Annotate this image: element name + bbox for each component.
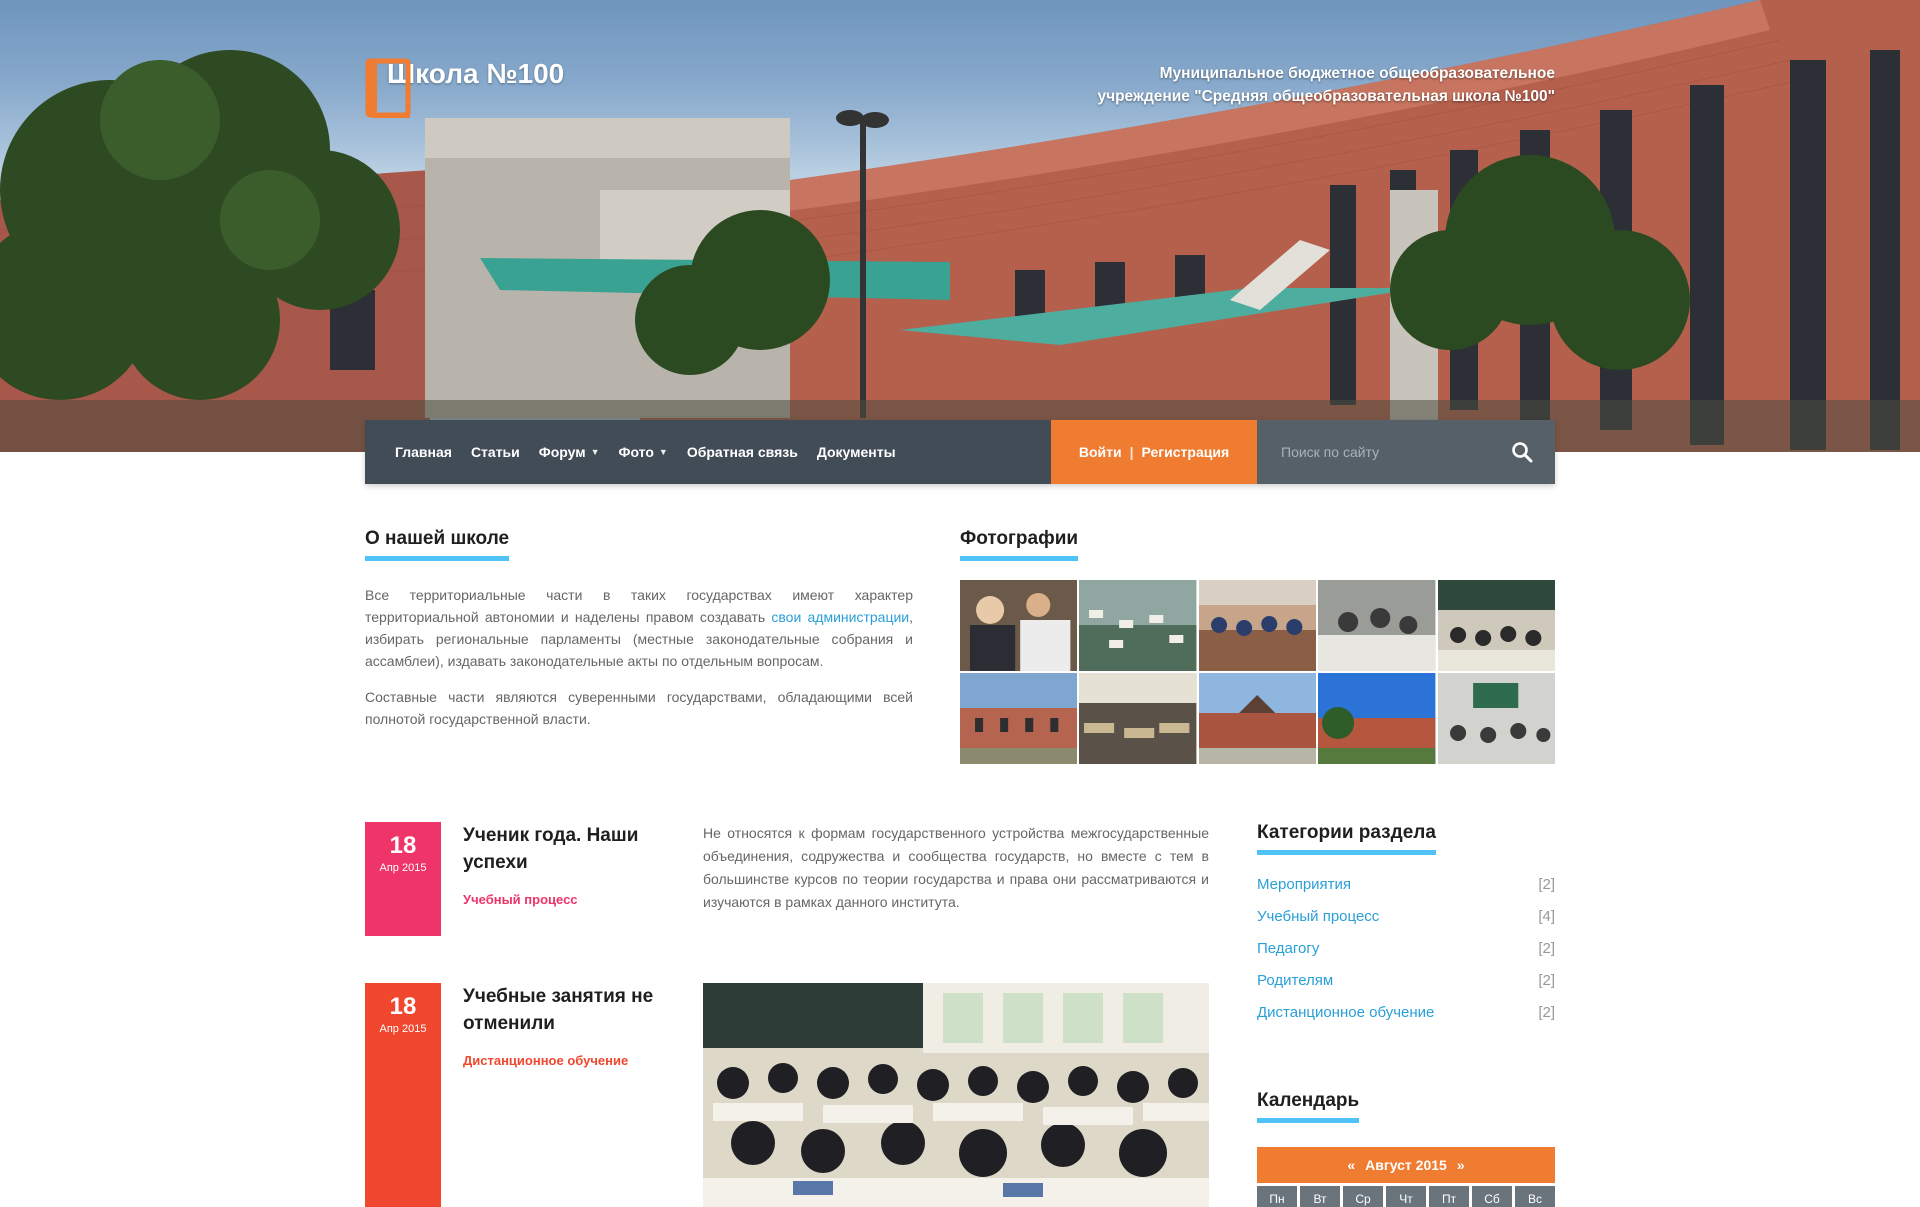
site-title: Школа №100: [387, 58, 565, 89]
category-item[interactable]: Мероприятия [2]: [1257, 876, 1555, 908]
news-excerpt: Не относятся к формам государственного у…: [703, 825, 1209, 910]
calendar-weekday: Ср: [1343, 1186, 1383, 1207]
news-category-link[interactable]: Дистанционное обучение: [463, 1053, 628, 1068]
nav-item-feedback[interactable]: Обратная связь: [687, 444, 798, 460]
calendar-weekdays: Пн Вт Ср Чт Пт Сб Вс: [1257, 1186, 1555, 1207]
categories-section-title: Категории раздела: [1257, 822, 1436, 855]
category-count: [2]: [1538, 940, 1555, 957]
nav-item-label: Статьи: [470, 444, 520, 460]
main-navigation: Главная Статьи Форум ▼ Фото ▼ Обратная свя…: [365, 420, 1555, 484]
search-input[interactable]: [1279, 443, 1511, 461]
register-link[interactable]: Регистрация: [1142, 444, 1230, 460]
nav-item-documents[interactable]: Документы: [817, 444, 896, 460]
gallery-photo[interactable]: [1318, 673, 1436, 764]
news-date-badge: 18 Апр 2015: [365, 822, 441, 936]
gallery-photo[interactable]: [960, 673, 1078, 764]
auth-box: Войти | Регистрация: [1051, 420, 1257, 484]
gallery-photo[interactable]: [1079, 580, 1197, 671]
news-month: Апр 2015: [379, 1023, 427, 1035]
category-link[interactable]: Педагогу: [1257, 940, 1319, 972]
gallery-photo[interactable]: [1079, 673, 1197, 764]
photos-section-title: Фотографии: [960, 528, 1079, 561]
classroom-photo[interactable]: [703, 983, 1209, 1207]
classroom-photo-image: [703, 983, 1209, 1207]
nav-item-label: Фото: [618, 444, 654, 460]
category-count: [4]: [1538, 908, 1555, 925]
nav-menu: Главная Статьи Форум ▼ Фото ▼ Обратная свя…: [365, 420, 1051, 484]
about-text: Все территориальные части в таких госуда…: [365, 584, 913, 744]
calendar-widget: « Август 2015 » Пн Вт Ср Чт Пт Сб Вс: [1257, 1147, 1555, 1207]
category-link[interactable]: Мероприятия: [1257, 876, 1351, 908]
category-item[interactable]: Педагогу [2]: [1257, 940, 1555, 972]
news-day: 18: [389, 832, 417, 859]
category-list: Мероприятия [2] Учебный процесс [4] Педаго…: [1257, 876, 1555, 1036]
nav-item-label: Обратная связь: [686, 444, 798, 460]
calendar-weekday: Пн: [1257, 1186, 1297, 1207]
gallery-photo[interactable]: [1198, 580, 1317, 671]
category-item[interactable]: Дистанционное обучение [2]: [1257, 1004, 1555, 1036]
site-search: [1257, 420, 1555, 484]
category-link[interactable]: Дистанционное обучение: [1257, 1004, 1434, 1036]
about-paragraph-2: Составные части являются суверенными гос…: [365, 689, 913, 727]
gallery-photo[interactable]: [960, 580, 1078, 671]
about-paragraph-1: Все территориальные части в таких госуда…: [365, 584, 913, 672]
category-count: [2]: [1538, 1004, 1555, 1021]
calendar-header: « Август 2015 »: [1257, 1147, 1555, 1183]
news-title[interactable]: Учебные занятия не отменили: [463, 983, 678, 1037]
hero-banner: Школа №100 Муниципальное бюджетное общео…: [0, 0, 1920, 452]
auth-separator: |: [1129, 444, 1134, 460]
news-day: 18: [389, 993, 417, 1020]
organization-name: Муниципальное бюджетное общеобразователь…: [955, 62, 1555, 108]
news-category-link[interactable]: Учебный процесс: [463, 892, 578, 907]
gallery-photo[interactable]: [1437, 580, 1555, 671]
administration-link[interactable]: свои администрации: [771, 609, 909, 625]
gallery-photo[interactable]: [1318, 580, 1436, 671]
category-link[interactable]: Родителям: [1257, 972, 1333, 1004]
site-logo[interactable]: Школа №100: [365, 58, 565, 118]
calendar-weekday: Пт: [1429, 1186, 1469, 1207]
news-month: Апр 2015: [379, 862, 427, 874]
about-section-title: О нашей школе: [365, 528, 510, 561]
organization-name-line2: учреждение "Средняя общеобразовательная …: [1097, 88, 1555, 105]
caret-down-icon: ▼: [658, 447, 668, 457]
calendar-month-label: Август 2015: [1365, 1157, 1447, 1173]
nav-item-label: Форум: [538, 444, 586, 460]
search-icon[interactable]: [1511, 441, 1533, 463]
book-icon: [365, 58, 411, 118]
nav-item-label: Главная: [395, 444, 452, 460]
calendar-prev-button[interactable]: «: [1347, 1157, 1355, 1173]
calendar-section-title: Календарь: [1257, 1090, 1360, 1123]
gallery-photo[interactable]: [1198, 673, 1317, 764]
news-date-badge: 18 Апр 2015: [365, 983, 441, 1207]
category-link[interactable]: Учебный процесс: [1257, 908, 1379, 940]
photo-gallery: [960, 580, 1555, 764]
caret-down-icon: ▼: [590, 447, 600, 457]
news-title[interactable]: Ученик года. Наши успехи: [463, 822, 678, 876]
login-link[interactable]: Войти: [1079, 444, 1122, 460]
nav-item-home[interactable]: Главная: [395, 444, 452, 460]
nav-item-photo[interactable]: Фото ▼: [619, 444, 668, 460]
organization-name-line1: Муниципальное бюджетное общеобразователь…: [1159, 65, 1555, 82]
calendar-weekday: Вт: [1300, 1186, 1340, 1207]
category-count: [2]: [1538, 972, 1555, 989]
category-count: [2]: [1538, 876, 1555, 893]
calendar-weekday: Вс: [1515, 1186, 1555, 1207]
nav-item-articles[interactable]: Статьи: [471, 444, 520, 460]
calendar-next-button[interactable]: »: [1457, 1157, 1465, 1173]
category-item[interactable]: Родителям [2]: [1257, 972, 1555, 1004]
calendar-weekday: Чт: [1386, 1186, 1426, 1207]
nav-item-forum[interactable]: Форум ▼: [539, 444, 600, 460]
category-item[interactable]: Учебный процесс [4]: [1257, 908, 1555, 940]
gallery-photo[interactable]: [1437, 673, 1555, 764]
nav-item-label: Документы: [816, 444, 896, 460]
calendar-weekday: Сб: [1472, 1186, 1512, 1207]
